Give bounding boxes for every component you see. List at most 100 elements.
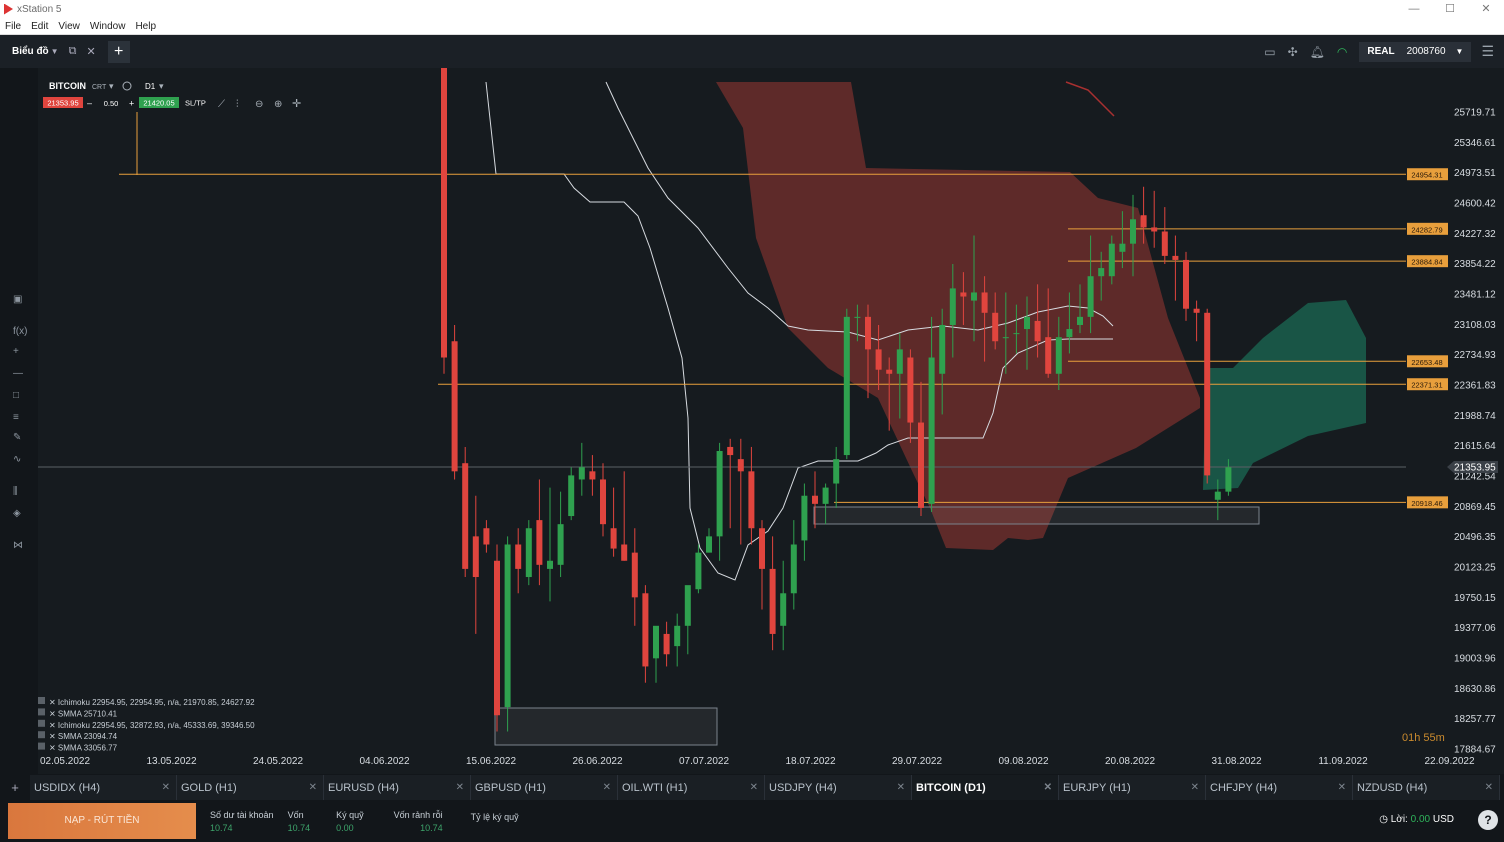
legend-toggle-icon bbox=[38, 731, 45, 739]
close-tab-icon[interactable]: ✕ bbox=[86, 45, 95, 58]
price-chart[interactable]: 24954.31 24282.79 23884.84 22653.48 22371.31… bbox=[8, 56, 1504, 774]
tab-bitcoin[interactable]: BITCOIN (D1) ✕ bbox=[912, 775, 1059, 800]
y-axis-tick-label: 18257.77 bbox=[1454, 714, 1496, 725]
legend-toggle-icon bbox=[38, 708, 45, 716]
close-icon[interactable]: ✕ bbox=[603, 782, 611, 793]
x-axis-tick-label: 07.07.2022 bbox=[679, 756, 729, 767]
close-icon[interactable]: ✕ bbox=[162, 782, 170, 793]
x-axis-tick-label: 13.05.2022 bbox=[146, 756, 196, 767]
menu-bar: File Edit View Window Help bbox=[0, 18, 1504, 35]
bear-candle bbox=[1045, 337, 1052, 374]
menu-edit[interactable]: Edit bbox=[31, 21, 48, 32]
y-axis-tick-label: 23481.12 bbox=[1454, 290, 1496, 301]
popout-icon[interactable]: ⧉ bbox=[69, 45, 77, 58]
workspace-tab[interactable]: Biểu đồ bbox=[12, 46, 49, 57]
account-footer: NẠP - RÚT TIỀN Số dư tài khoản 10.74 Vốn 1… bbox=[0, 800, 1504, 842]
bell-icon[interactable]: 🔔︎ bbox=[1310, 45, 1325, 59]
account-selector[interactable]: REAL 2008760 ▼ bbox=[1359, 41, 1472, 62]
sell-price: 21353.95 bbox=[47, 99, 78, 108]
share-icon[interactable]: ⋈ bbox=[13, 540, 23, 551]
add-workspace-button[interactable]: + bbox=[107, 40, 130, 63]
chevron-down-icon[interactable]: ▼ bbox=[51, 47, 59, 56]
close-icon[interactable]: ✕ bbox=[1485, 782, 1493, 793]
bull-candle bbox=[1087, 276, 1094, 317]
y-axis-tick-label: 25346.61 bbox=[1454, 138, 1496, 149]
sound-icon[interactable]: ✣ bbox=[1288, 45, 1298, 59]
layers-icon[interactable]: ◈ bbox=[13, 508, 21, 519]
close-icon[interactable]: ✕ bbox=[1191, 782, 1199, 793]
tab-gold[interactable]: GOLD (H1) ✕ bbox=[177, 775, 324, 800]
x-axis-tick-label: 29.07.2022 bbox=[892, 756, 942, 767]
rectangle-tool-icon[interactable]: □ bbox=[13, 390, 19, 401]
bull-candle bbox=[949, 288, 956, 325]
tab-label: OIL.WTI (H1) bbox=[622, 781, 688, 794]
close-icon[interactable]: ✕ bbox=[1468, 0, 1504, 18]
x-axis-tick-label: 31.08.2022 bbox=[1211, 756, 1261, 767]
tab-usdjpy[interactable]: USDJPY (H4) ✕ bbox=[765, 775, 912, 800]
bull-candle bbox=[1002, 337, 1009, 339]
bear-candle bbox=[865, 316, 871, 350]
bull-candle bbox=[578, 467, 585, 480]
bars-tool-icon[interactable]: ⫼ bbox=[13, 486, 18, 497]
tab-oil-wti[interactable]: OIL.WTI (H1) ✕ bbox=[618, 775, 765, 800]
bear-candle bbox=[589, 471, 596, 480]
support-zone-box bbox=[813, 506, 1260, 525]
crosshair-tool-icon[interactable]: ▣ bbox=[13, 294, 22, 305]
layout-icon[interactable]: ▭ bbox=[1264, 45, 1275, 59]
add-tab-button[interactable]: + bbox=[0, 775, 30, 800]
close-icon[interactable]: ✕ bbox=[897, 782, 905, 793]
tab-usdidx[interactable]: USDIDX (H4) ✕ bbox=[30, 775, 177, 800]
tab-eurusd[interactable]: EURUSD (H4) ✕ bbox=[324, 775, 471, 800]
close-icon[interactable]: ✕ bbox=[456, 782, 464, 793]
menu-help[interactable]: Help bbox=[135, 21, 156, 32]
bull-candle bbox=[1066, 329, 1073, 338]
zoom-out-icon: ⊖ bbox=[255, 99, 263, 110]
candle-countdown: 01h 55m bbox=[1402, 732, 1445, 744]
menu-view[interactable]: View bbox=[58, 21, 80, 32]
bear-candle bbox=[494, 560, 500, 716]
menu-file[interactable]: File bbox=[5, 21, 21, 32]
close-icon[interactable]: ✕ bbox=[1338, 782, 1346, 793]
close-icon[interactable]: ✕ bbox=[309, 782, 317, 793]
bear-candle bbox=[1204, 312, 1211, 476]
tab-chfjpy[interactable]: CHFJPY (H4) ✕ bbox=[1206, 775, 1353, 800]
tab-label: CHFJPY (H4) bbox=[1210, 781, 1278, 794]
ichimoku-bull-cloud bbox=[1203, 300, 1366, 490]
legend-toggle-icon bbox=[38, 719, 45, 727]
tab-eurjpy[interactable]: EURJPY (H1) ✕ bbox=[1059, 775, 1206, 800]
deposit-withdraw-button[interactable]: NẠP - RÚT TIỀN bbox=[8, 803, 196, 839]
y-axis-tick-label: 24600.42 bbox=[1454, 198, 1496, 209]
maximize-icon[interactable]: ☐ bbox=[1432, 0, 1468, 18]
bear-candle bbox=[907, 357, 914, 423]
indicators-icon[interactable]: f(x) bbox=[13, 326, 27, 337]
x-axis-tick-label: 15.06.2022 bbox=[466, 756, 516, 767]
bull-candle bbox=[1077, 316, 1083, 325]
tab-nzdusd[interactable]: NZDUSD (H4) ✕ bbox=[1353, 775, 1500, 800]
close-icon[interactable]: ✕ bbox=[750, 782, 758, 793]
bear-candle bbox=[1172, 255, 1179, 260]
pen-tool-icon[interactable]: ✎ bbox=[13, 432, 21, 443]
bull-candle bbox=[1214, 491, 1221, 500]
menu-window[interactable]: Window bbox=[90, 21, 126, 32]
legend-entry: ✕ SMMA 25710.41 bbox=[49, 709, 118, 718]
bear-candle bbox=[631, 552, 638, 598]
drawing-toolbar: ▣ f(x) + — □ ≡ ✎ ∿ ⫼ ◈ ⋈ bbox=[0, 68, 38, 774]
currency-label: USD bbox=[1432, 814, 1454, 825]
volume-value: 0.50 bbox=[104, 99, 119, 108]
chart-area[interactable]: 24954.31 24282.79 23884.84 22653.48 22371.31… bbox=[8, 56, 1504, 774]
x-axis-tick-label: 09.08.2022 bbox=[998, 756, 1048, 767]
y-axis-tick-label: 21615.64 bbox=[1454, 441, 1496, 452]
help-button[interactable]: ? bbox=[1478, 810, 1498, 830]
bull-candle bbox=[1098, 268, 1105, 277]
chevron-down-icon: ▾ bbox=[109, 81, 114, 91]
hamburger-menu-icon[interactable]: ☰ bbox=[1481, 43, 1494, 60]
fibonacci-tool-icon[interactable]: ≡ bbox=[13, 412, 19, 423]
tab-gbpusd[interactable]: GBPUSD (H1) ✕ bbox=[471, 775, 618, 800]
add-tool-icon[interactable]: + bbox=[13, 346, 19, 357]
bull-candle bbox=[780, 593, 787, 626]
instrument-name: BITCOIN bbox=[49, 81, 86, 91]
close-icon[interactable]: ✕ bbox=[1044, 782, 1052, 793]
wave-tool-icon[interactable]: ∿ bbox=[13, 454, 21, 465]
line-tool-icon[interactable]: — bbox=[13, 368, 23, 379]
minimize-icon[interactable]: — bbox=[1396, 0, 1432, 18]
